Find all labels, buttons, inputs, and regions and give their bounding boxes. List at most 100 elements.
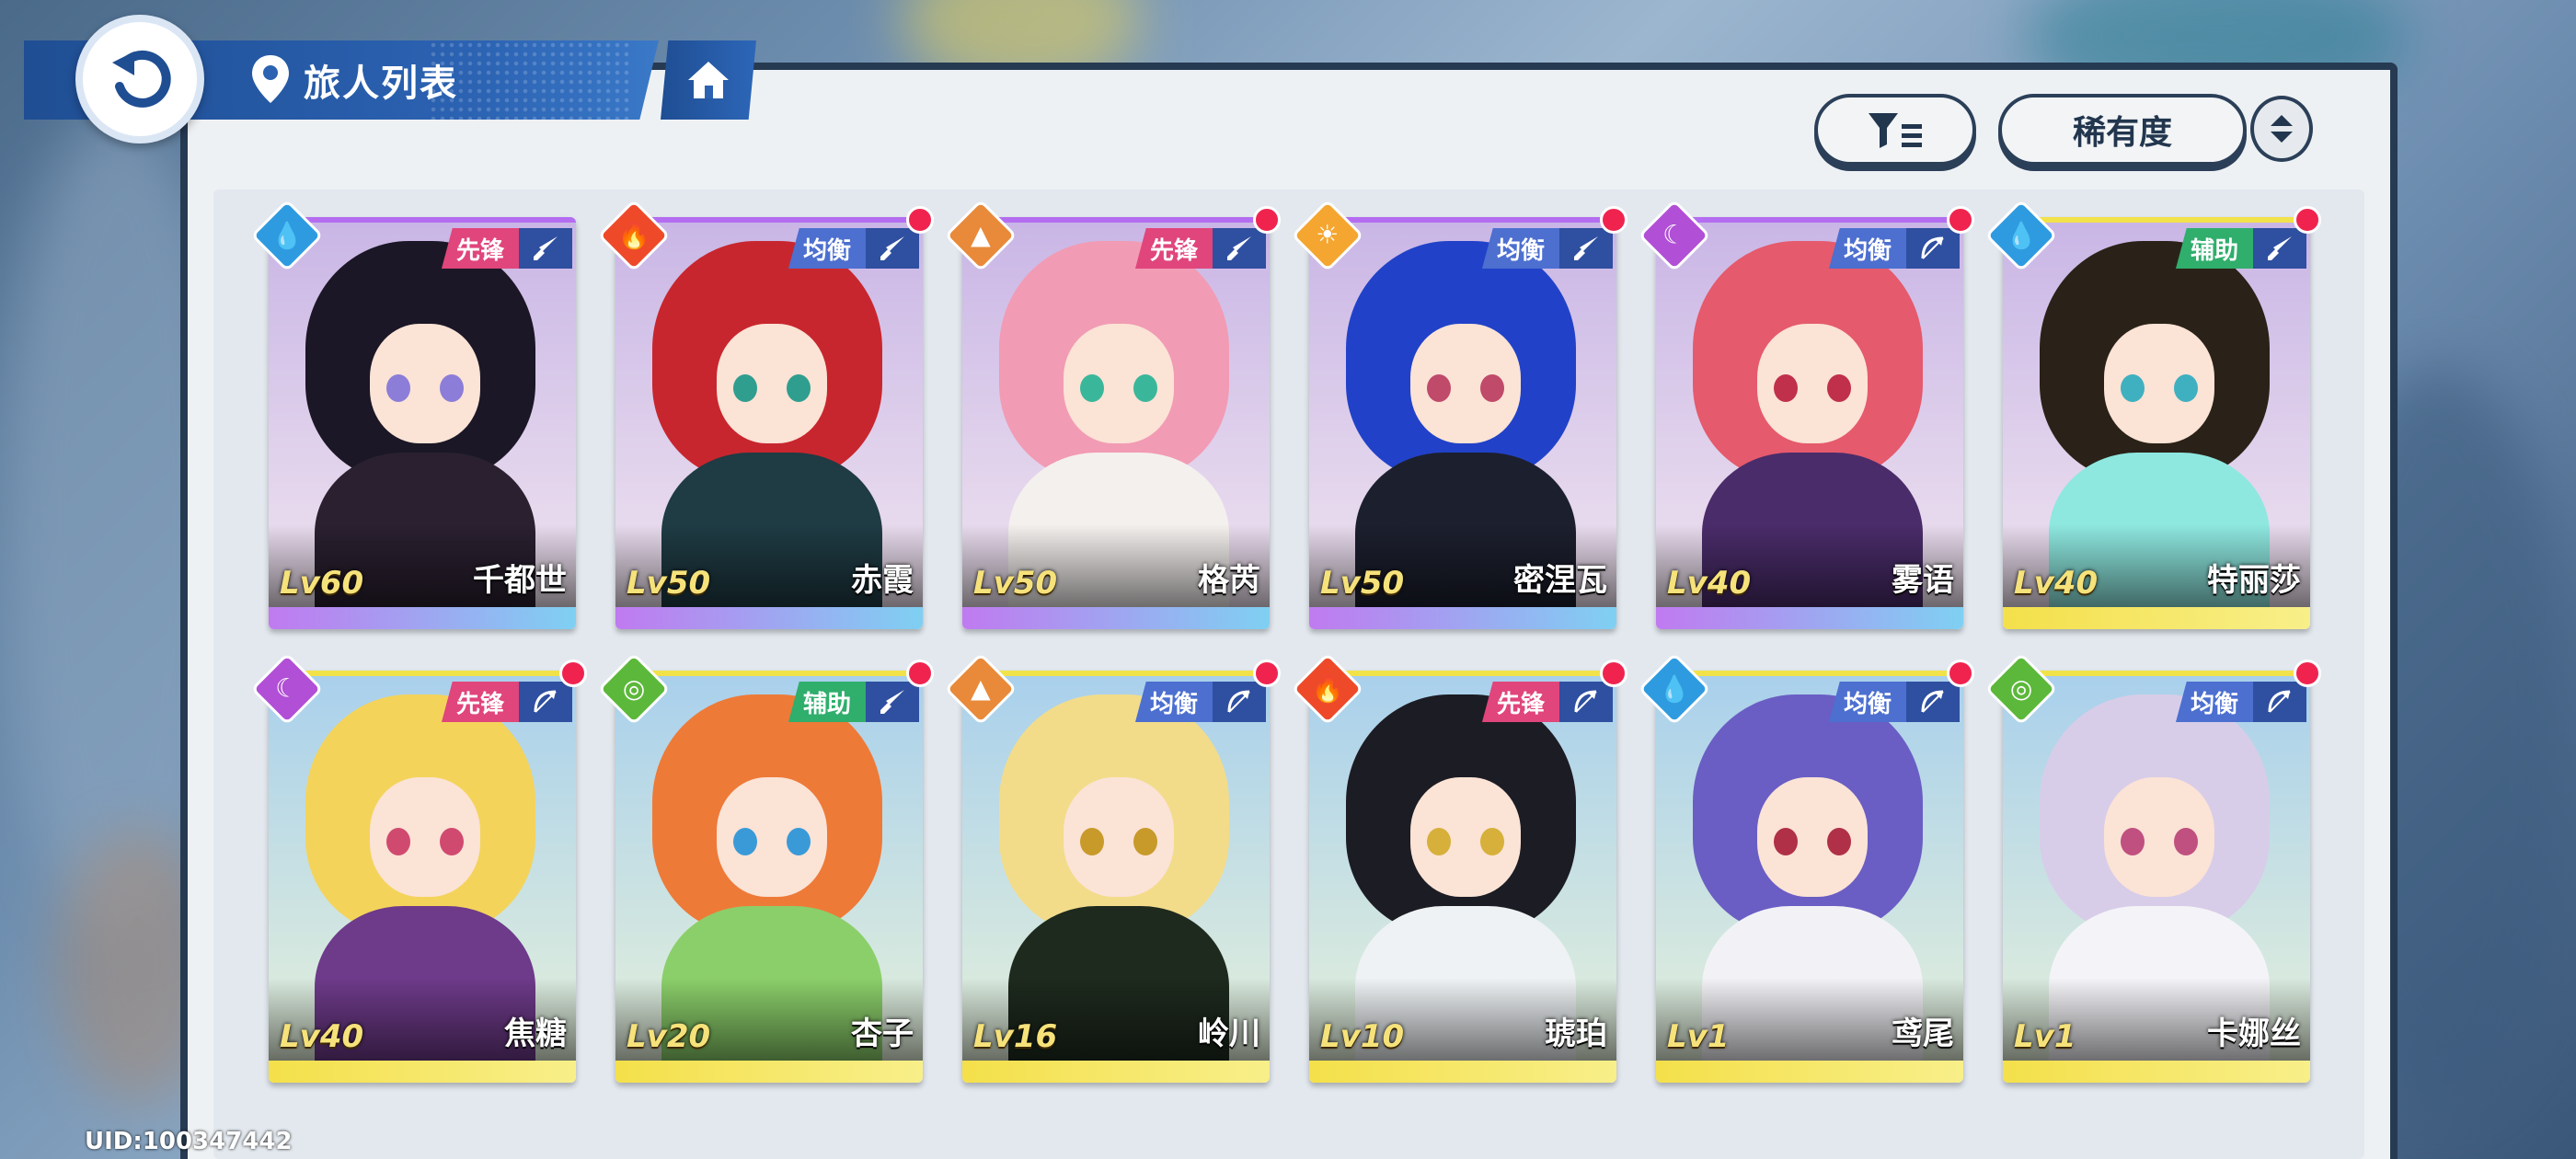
sword-icon	[866, 228, 919, 269]
back-arrow-icon	[112, 50, 171, 108]
back-button[interactable]	[75, 15, 204, 143]
character-level: Lv50	[627, 565, 711, 602]
character-level: Lv1	[2014, 1018, 2076, 1055]
sword-icon	[519, 228, 572, 269]
role-badge: 均衡	[1828, 228, 1906, 269]
role-badge: 均衡	[1134, 682, 1213, 722]
role-badge: 均衡	[1481, 228, 1559, 269]
rarity-bar	[962, 607, 1270, 629]
new-indicator-dot	[1600, 660, 1627, 687]
rarity-bar	[269, 607, 576, 629]
character-level: Lv50	[973, 565, 1058, 602]
home-button[interactable]	[661, 40, 756, 120]
bow-icon	[519, 682, 572, 722]
filter-button[interactable]	[1814, 94, 1976, 166]
character-name: 焦糖	[504, 1016, 567, 1052]
sword-icon	[1213, 228, 1266, 269]
new-indicator-dot	[1253, 660, 1281, 687]
sword-icon	[1559, 228, 1613, 269]
character-card[interactable]: Lv1 卡娜丝 均衡 ◎	[1984, 652, 2321, 1083]
rarity-bar	[1656, 607, 1963, 629]
character-card[interactable]: Lv20 杏子 辅助 ◎	[597, 652, 934, 1083]
role-badge: 均衡	[2175, 682, 2253, 722]
new-indicator-dot	[2294, 206, 2321, 234]
new-indicator-dot	[1600, 206, 1627, 234]
user-uid: UID:100347442	[85, 1128, 293, 1155]
sort-rarity-button[interactable]: 稀有度	[1998, 94, 2247, 166]
role-badge: 先锋	[1481, 682, 1559, 722]
rarity-bar	[962, 1061, 1270, 1083]
sort-order-icon[interactable]	[2250, 96, 2313, 162]
card-frame: Lv40 雾语 均衡	[1656, 217, 1963, 629]
title-bar-pattern	[429, 40, 631, 120]
bow-icon	[1906, 682, 1960, 722]
new-indicator-dot	[1253, 206, 1281, 234]
bow-icon	[2253, 682, 2306, 722]
character-card[interactable]: Lv10 琥珀 先锋 🔥	[1291, 652, 1627, 1083]
home-icon	[688, 62, 729, 98]
character-card[interactable]: Lv50 格芮 先锋 ▲	[944, 199, 1281, 629]
bow-icon	[1906, 228, 1960, 269]
character-name: 千都世	[473, 562, 567, 599]
card-frame: Lv16 岭川 均衡	[962, 671, 1270, 1083]
rarity-bar	[1309, 1061, 1616, 1083]
rarity-bar	[615, 1061, 923, 1083]
rarity-bar	[2003, 607, 2310, 629]
card-frame: Lv40 焦糖 先锋	[269, 671, 576, 1083]
character-card[interactable]: Lv1 鸢尾 均衡 💧	[1638, 652, 1974, 1083]
rarity-bar	[2003, 1061, 2310, 1083]
new-indicator-dot	[906, 660, 934, 687]
character-level: Lv10	[1320, 1018, 1405, 1055]
role-badge: 先锋	[441, 682, 519, 722]
rarity-bar	[615, 607, 923, 629]
character-name: 岭川	[1198, 1016, 1260, 1052]
rarity-bar	[1309, 607, 1616, 629]
role-badge: 先锋	[1134, 228, 1213, 269]
character-level: Lv40	[1667, 565, 1752, 602]
character-card[interactable]: Lv50 密涅瓦 均衡 ☀	[1291, 199, 1627, 629]
filter-icon	[1869, 113, 1922, 148]
sword-icon	[2253, 228, 2306, 269]
character-name: 卡娜丝	[2207, 1016, 2301, 1052]
character-card[interactable]: Lv40 焦糖 先锋 ☾	[250, 652, 587, 1083]
character-name: 格芮	[1198, 562, 1260, 599]
character-name: 特丽莎	[2207, 562, 2301, 599]
card-frame: Lv50 赤霞 均衡	[615, 217, 923, 629]
bow-icon	[1213, 682, 1266, 722]
bow-icon	[1559, 682, 1613, 722]
character-card[interactable]: Lv40 特丽莎 辅助 💧	[1984, 199, 2321, 629]
character-level: Lv40	[2014, 565, 2099, 602]
character-name: 杏子	[851, 1016, 914, 1052]
character-name: 赤霞	[851, 562, 914, 599]
card-frame: Lv60 千都世 先锋	[269, 217, 576, 629]
character-card[interactable]: Lv50 赤霞 均衡 🔥	[597, 199, 934, 629]
role-badge: 辅助	[2175, 228, 2253, 269]
rarity-bar	[269, 1061, 576, 1083]
arrow-down-icon	[2271, 132, 2293, 143]
character-level: Lv20	[627, 1018, 711, 1055]
card-frame: Lv40 特丽莎 辅助	[2003, 217, 2310, 629]
role-badge: 均衡	[1828, 682, 1906, 722]
new-indicator-dot	[1947, 206, 1974, 234]
card-frame: Lv1 卡娜丝 均衡	[2003, 671, 2310, 1083]
character-card[interactable]: Lv16 岭川 均衡 ▲	[944, 652, 1281, 1083]
character-card[interactable]: Lv60 千都世 先锋 💧	[250, 199, 576, 629]
card-frame: Lv50 格芮 先锋	[962, 217, 1270, 629]
character-level: Lv40	[280, 1018, 364, 1055]
new-indicator-dot	[559, 660, 587, 687]
role-badge: 均衡	[788, 228, 866, 269]
character-name: 密涅瓦	[1513, 562, 1607, 599]
character-name: 鸢尾	[1892, 1016, 1954, 1052]
rarity-bar	[1656, 1061, 1963, 1083]
new-indicator-dot	[2294, 660, 2321, 687]
character-level: Lv50	[1320, 565, 1405, 602]
character-name: 琥珀	[1545, 1016, 1607, 1052]
card-frame: Lv50 密涅瓦 均衡	[1309, 217, 1616, 629]
role-badge: 辅助	[788, 682, 866, 722]
character-level: Lv16	[973, 1018, 1058, 1055]
character-level: Lv1	[1667, 1018, 1730, 1055]
new-indicator-dot	[1947, 660, 1974, 687]
role-badge: 先锋	[441, 228, 519, 269]
card-frame: Lv20 杏子 辅助	[615, 671, 923, 1083]
character-card[interactable]: Lv40 雾语 均衡 ☾	[1638, 199, 1974, 629]
